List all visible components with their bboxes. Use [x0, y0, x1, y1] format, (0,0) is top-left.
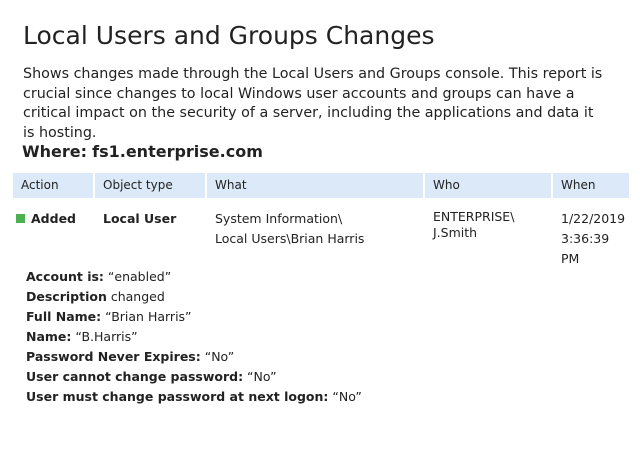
header-what: What [207, 173, 425, 198]
where-line: Where: fs1.enterprise.com [22, 141, 263, 163]
report-title: Local Users and Groups Changes [23, 21, 435, 50]
detail-label: Account is: [26, 269, 104, 284]
detail-line-password-never-expires: Password Never Expires: “No” [26, 347, 362, 367]
detail-label: User must change password at next logon: [26, 389, 329, 404]
detail-label: Name: [26, 329, 72, 344]
table-row: Added Local User System Information\ Loc… [13, 198, 629, 269]
detail-label: Password Never Expires: [26, 349, 201, 364]
what-cell: System Information\ Local Users\Brian Ha… [207, 209, 425, 269]
detail-value: “No” [243, 369, 277, 384]
report-description: Shows changes made through the Local Use… [23, 66, 603, 141]
detail-line-full-name: Full Name: “Brian Harris” [26, 307, 362, 327]
where-label: Where: [22, 142, 88, 161]
detail-value: “B.Harris” [71, 329, 138, 344]
detail-value: “Brian Harris” [101, 309, 192, 324]
changes-table: Action Object type What Who When Added L… [13, 173, 629, 269]
where-value: fs1.enterprise.com [92, 142, 263, 161]
who-line-1: ENTERPRISE\ [433, 209, 515, 224]
when-time: 3:36:39 PM [561, 231, 610, 266]
detail-value: changed [106, 289, 165, 304]
detail-line-cannot-change-password: User cannot change password: “No” [26, 367, 362, 387]
detail-label: Description [26, 289, 107, 304]
detail-label: Full Name: [26, 309, 102, 324]
header-when: When [553, 173, 629, 198]
who-line-2: J.Smith [433, 225, 478, 240]
added-status-icon [16, 214, 25, 223]
what-line-2: Local Users\Brian Harris [215, 231, 365, 246]
change-details: Account is: “enabled” Description change… [26, 267, 362, 407]
object-type-cell: Local User [95, 209, 207, 269]
detail-value: “No” [328, 389, 362, 404]
detail-line-name: Name: “B.Harris” [26, 327, 362, 347]
table-header-row: Action Object type What Who When [13, 173, 629, 198]
detail-line-must-change-password: User must change password at next logon:… [26, 387, 362, 407]
header-who: Who [425, 173, 553, 198]
header-action: Action [13, 173, 95, 198]
who-cell: ENTERPRISE\ J.Smith [425, 209, 553, 269]
when-date: 1/22/2019 [561, 211, 626, 226]
object-type-value: Local User [103, 211, 177, 226]
action-value: Added [31, 211, 76, 226]
when-cell: 1/22/2019 3:36:39 PM [553, 209, 629, 269]
detail-line-account: Account is: “enabled” [26, 267, 362, 287]
detail-label: User cannot change password: [26, 369, 244, 384]
detail-line-description: Description changed [26, 287, 362, 307]
detail-value: “enabled” [103, 269, 172, 284]
action-cell: Added [13, 209, 95, 269]
header-object-type: Object type [95, 173, 207, 198]
detail-value: “No” [200, 349, 235, 364]
what-line-1: System Information\ [215, 211, 343, 226]
